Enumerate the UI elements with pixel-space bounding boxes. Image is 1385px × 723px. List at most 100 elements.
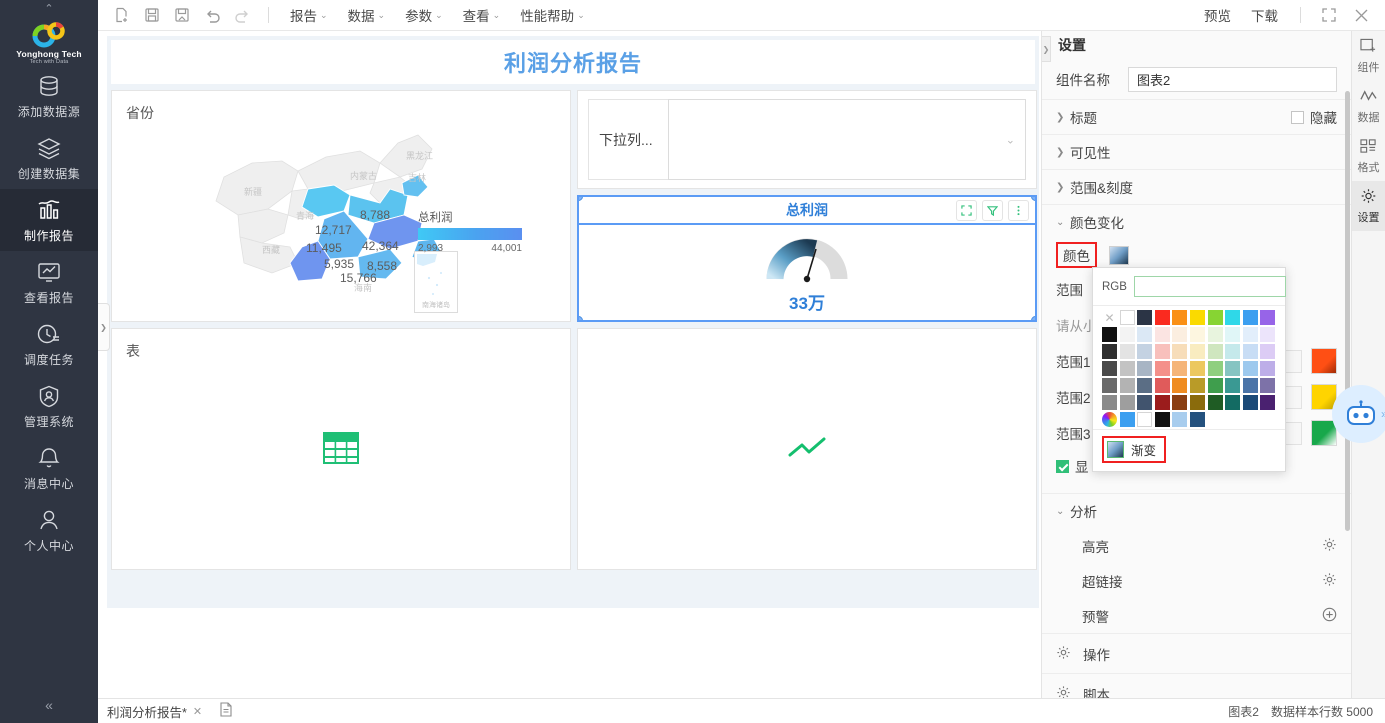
palette-swatch[interactable] bbox=[1260, 310, 1276, 325]
menu-report[interactable]: 报告 ⌄ bbox=[281, 2, 337, 28]
robot-expand-arrow[interactable]: » bbox=[1381, 407, 1385, 421]
component-name-input[interactable] bbox=[1128, 66, 1337, 92]
download-button[interactable]: 下载 bbox=[1243, 2, 1286, 28]
palette-swatch[interactable] bbox=[1242, 361, 1258, 376]
more-icon[interactable] bbox=[1008, 200, 1029, 221]
palette-swatch[interactable] bbox=[1172, 310, 1188, 325]
menu-parameter[interactable]: 参数 ⌄ bbox=[396, 2, 452, 28]
palette-swatch[interactable] bbox=[1102, 378, 1117, 393]
redo-icon[interactable] bbox=[228, 3, 256, 27]
palette-swatch[interactable] bbox=[1154, 327, 1170, 342]
close-tab-icon[interactable]: ✕ bbox=[193, 705, 202, 718]
sidebar-item-schedule-task[interactable]: 调度任务 bbox=[0, 313, 98, 375]
palette-swatch[interactable] bbox=[1172, 361, 1188, 376]
color-picker-popup[interactable]: RGB ✕ 渐变 bbox=[1092, 267, 1286, 472]
palette-swatch[interactable] bbox=[1172, 395, 1188, 410]
palette-swatch[interactable] bbox=[1242, 395, 1258, 410]
palette-swatch[interactable] bbox=[1119, 412, 1135, 427]
palette-swatch[interactable] bbox=[1172, 327, 1188, 342]
palette-swatch[interactable] bbox=[1119, 378, 1135, 393]
palette-swatch[interactable] bbox=[1137, 361, 1153, 376]
settings-section-color-change[interactable]: ⌄ 颜色变化 bbox=[1042, 204, 1351, 239]
palette-swatch[interactable] bbox=[1207, 361, 1223, 376]
settings-row-operations[interactable]: 操作 bbox=[1042, 633, 1351, 673]
table-widget[interactable]: 表 bbox=[111, 328, 571, 570]
settings-row-script[interactable]: 脚本 bbox=[1042, 673, 1351, 698]
menu-performance-help[interactable]: 性能帮助 ⌄ bbox=[511, 2, 594, 28]
analysis-item-highlight[interactable]: 高亮 bbox=[1042, 528, 1351, 563]
undo-icon[interactable] bbox=[198, 3, 226, 27]
show-checkbox[interactable] bbox=[1056, 459, 1069, 473]
gear-icon[interactable] bbox=[1322, 572, 1337, 590]
new-report-icon[interactable] bbox=[108, 3, 136, 27]
analysis-item-alert[interactable]: 预警 bbox=[1042, 598, 1351, 633]
line-chart-widget[interactable] bbox=[577, 328, 1037, 570]
gear-icon[interactable] bbox=[1322, 537, 1337, 555]
sidebar-item-view-report[interactable]: 查看报告 bbox=[0, 251, 98, 313]
palette-swatch[interactable] bbox=[1207, 344, 1223, 359]
sidebar-item-personal-center[interactable]: 个人中心 bbox=[0, 499, 98, 561]
palette-swatch[interactable] bbox=[1137, 310, 1153, 325]
plus-icon[interactable] bbox=[1322, 607, 1337, 625]
palette-swatch[interactable] bbox=[1102, 327, 1117, 342]
color-wheel-icon[interactable] bbox=[1102, 412, 1117, 427]
palette-swatch[interactable] bbox=[1225, 310, 1241, 325]
save-icon[interactable] bbox=[138, 3, 166, 27]
palette-swatch[interactable] bbox=[1225, 344, 1241, 359]
palette-swatch[interactable] bbox=[1137, 344, 1153, 359]
palette-swatch[interactable] bbox=[1242, 344, 1258, 359]
gauge-widget-selected[interactable]: 总利润 33万 bbox=[577, 195, 1037, 322]
rail-item-format[interactable]: 格式 bbox=[1352, 131, 1385, 181]
sidebar-item-create-dataset[interactable]: 创建数据集 bbox=[0, 127, 98, 189]
palette-swatch[interactable] bbox=[1154, 378, 1170, 393]
palette-swatch[interactable] bbox=[1260, 361, 1276, 376]
palette-swatch[interactable] bbox=[1119, 395, 1135, 410]
palette-swatch[interactable] bbox=[1260, 344, 1276, 359]
palette-swatch[interactable] bbox=[1172, 344, 1188, 359]
robot-assistant-icon[interactable] bbox=[1332, 385, 1385, 443]
palette-swatch[interactable] bbox=[1137, 378, 1153, 393]
settings-section-range-scale[interactable]: ❯ 范围&刻度 bbox=[1042, 169, 1351, 204]
palette-swatch[interactable] bbox=[1260, 378, 1276, 393]
settings-collapse-handle[interactable]: ❯ bbox=[1042, 36, 1051, 62]
palette-swatch[interactable] bbox=[1207, 395, 1223, 410]
palette-swatch[interactable] bbox=[1190, 378, 1205, 393]
no-color-icon[interactable]: ✕ bbox=[1102, 310, 1117, 325]
sidebar-item-add-datasource[interactable]: 添加数据源 bbox=[0, 65, 98, 127]
resize-handle-br[interactable] bbox=[1031, 316, 1035, 320]
color-swatch-button[interactable] bbox=[1109, 245, 1129, 265]
close-icon[interactable] bbox=[1347, 3, 1375, 27]
palette-swatch[interactable] bbox=[1242, 378, 1258, 393]
palette-swatch[interactable] bbox=[1119, 361, 1135, 376]
dropdown-select[interactable]: ⌄ bbox=[668, 99, 1026, 180]
palette-swatch[interactable] bbox=[1102, 395, 1117, 410]
palette-swatch[interactable] bbox=[1207, 327, 1223, 342]
palette-swatch[interactable] bbox=[1190, 412, 1205, 427]
rail-item-components[interactable]: 组件 bbox=[1352, 31, 1385, 81]
palette-swatch[interactable] bbox=[1190, 327, 1205, 342]
settings-scrollbar[interactable] bbox=[1345, 91, 1350, 531]
palette-swatch[interactable] bbox=[1172, 378, 1188, 393]
palette-swatch[interactable] bbox=[1137, 412, 1153, 427]
sidebar-item-admin-system[interactable]: 管理系统 bbox=[0, 375, 98, 437]
palette-swatch[interactable] bbox=[1242, 327, 1258, 342]
palette-swatch[interactable] bbox=[1102, 361, 1117, 376]
expand-icon[interactable] bbox=[956, 200, 977, 221]
palette-swatch[interactable] bbox=[1260, 327, 1276, 342]
gradient-option[interactable]: 渐变 bbox=[1102, 436, 1167, 463]
preview-button[interactable]: 预览 bbox=[1196, 2, 1239, 28]
settings-section-visibility[interactable]: ❯ 可见性 bbox=[1042, 134, 1351, 169]
palette-swatch[interactable] bbox=[1119, 327, 1135, 342]
report-tab[interactable]: 利润分析报告* ✕ bbox=[98, 699, 211, 723]
palette-swatch[interactable] bbox=[1190, 361, 1205, 376]
palette-swatch[interactable] bbox=[1154, 361, 1170, 376]
palette-swatch[interactable] bbox=[1137, 395, 1153, 410]
palette-swatch[interactable] bbox=[1260, 395, 1276, 410]
sidebar-item-make-report[interactable]: 制作报告 bbox=[0, 189, 98, 251]
palette-swatch[interactable] bbox=[1225, 395, 1241, 410]
palette-swatch[interactable] bbox=[1190, 344, 1205, 359]
palette-swatch[interactable] bbox=[1154, 310, 1170, 325]
settings-section-title[interactable]: ❯ 标题 隐藏 bbox=[1042, 99, 1351, 134]
fullscreen-icon[interactable] bbox=[1315, 3, 1343, 27]
sidebar-collapse-button[interactable]: « bbox=[0, 697, 98, 713]
